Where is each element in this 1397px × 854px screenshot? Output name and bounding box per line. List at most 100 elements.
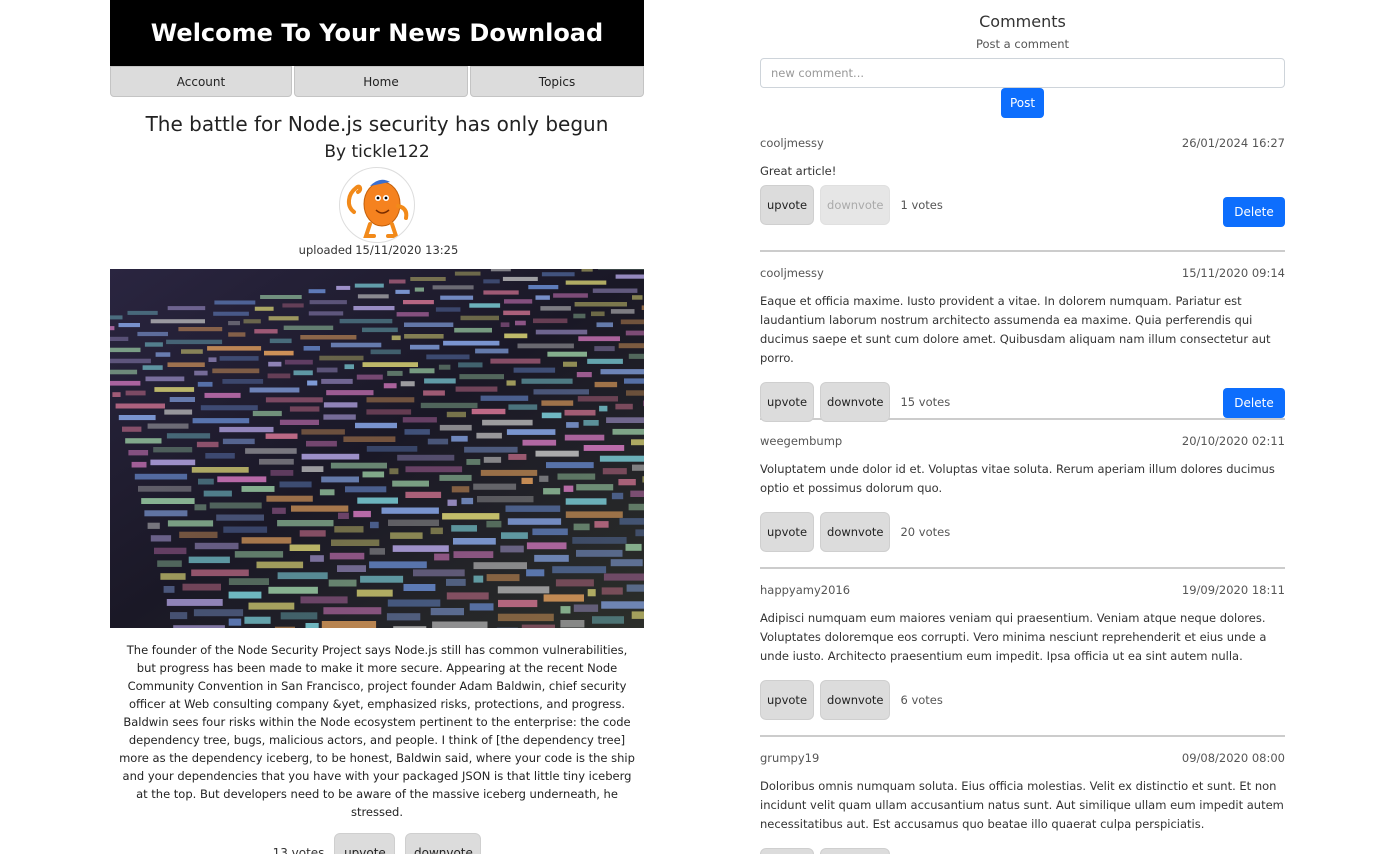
comment-date: 09/08/2020 08:00: [1181, 751, 1285, 765]
code-token: [228, 618, 242, 626]
code-token: [475, 348, 509, 354]
code-token: [632, 295, 643, 300]
code-token: [303, 346, 320, 351]
comment-upvote-button[interactable]: upvote: [760, 680, 815, 720]
comment-upvote-button[interactable]: upvote: [760, 512, 815, 552]
code-token: [486, 574, 520, 582]
code-token: [631, 439, 644, 446]
code-token: [632, 464, 644, 471]
code-token: [471, 408, 506, 415]
code-token: [498, 599, 538, 608]
code-token: [430, 608, 464, 616]
code-token: [392, 545, 449, 552]
code-token: [245, 448, 297, 454]
code-token: [461, 497, 474, 505]
comment-upvote-button[interactable]: upvote: [760, 185, 815, 225]
code-token: [563, 361, 577, 367]
code-token: [319, 355, 364, 361]
code-token: [490, 358, 541, 364]
code-token: [110, 347, 141, 353]
code-token: [223, 526, 268, 533]
code-token: [620, 319, 644, 325]
comment-delete-button[interactable]: Delete: [1223, 197, 1285, 227]
code-token: [630, 490, 644, 497]
code-token: [414, 287, 424, 292]
code-token: [395, 289, 410, 294]
code-token: [331, 539, 380, 546]
code-token: [160, 573, 186, 580]
code-token: [141, 498, 195, 504]
comment-item: cooljmessy 15/11/2020 09:14 Eaque et offi…: [760, 266, 1285, 422]
comment-downvote-button[interactable]: downvote: [820, 848, 891, 854]
code-token: [207, 346, 262, 351]
code-token: [497, 586, 550, 594]
code-token: [300, 596, 348, 604]
code-token: [451, 486, 470, 493]
site-banner: Welcome To Your News Download: [110, 0, 644, 66]
code-token: [323, 402, 358, 408]
post-comment-button[interactable]: Post: [1001, 88, 1044, 118]
nav-topics-button[interactable]: Topics: [470, 66, 644, 97]
code-token: [137, 331, 168, 337]
code-token: [410, 344, 440, 350]
code-token: [405, 491, 442, 498]
code-token: [196, 441, 219, 448]
nav-home-button[interactable]: Home: [294, 66, 468, 97]
code-token: [573, 604, 599, 612]
code-token: [279, 481, 312, 488]
code-token: [334, 526, 364, 533]
code-token: [535, 450, 579, 457]
code-token: [264, 350, 294, 356]
article-downvote-button[interactable]: downvote: [405, 833, 482, 854]
code-token: [391, 335, 401, 341]
comment-upvote-button[interactable]: upvote: [760, 382, 815, 422]
comment-vote-count: 20 votes: [900, 525, 951, 539]
code-token: [179, 531, 218, 538]
code-token: [321, 476, 359, 483]
code-token: [167, 362, 205, 367]
code-token: [507, 518, 562, 525]
code-token: [583, 420, 599, 426]
code-token: [145, 376, 185, 382]
code-token: [522, 439, 557, 446]
code-token: [387, 599, 441, 607]
code-token: [503, 310, 531, 316]
comment-date: 15/11/2020 09:14: [1181, 266, 1285, 280]
code-token: [601, 587, 623, 595]
article-upvote-button[interactable]: upvote: [334, 833, 396, 854]
code-token: [521, 624, 555, 628]
code-token: [389, 468, 399, 475]
code-token: [618, 479, 636, 486]
article-image: [110, 269, 644, 628]
code-token: [625, 543, 642, 551]
code-token: [150, 459, 196, 466]
code-token: [212, 368, 260, 374]
code-token: [403, 300, 434, 305]
code-token: [170, 612, 188, 620]
code-token: [228, 321, 240, 326]
code-token: [528, 285, 559, 290]
code-token: [188, 556, 230, 564]
comment-upvote-button[interactable]: upvote: [760, 848, 815, 854]
comment-downvote-button[interactable]: downvote: [820, 680, 891, 720]
code-token: [476, 432, 502, 439]
new-comment-input[interactable]: [760, 58, 1285, 88]
code-token: [565, 280, 607, 285]
code-token: [592, 616, 624, 624]
code-token: [628, 353, 644, 359]
comment-vote-count: 1 votes: [900, 198, 943, 212]
code-token: [534, 554, 569, 562]
code-token: [601, 601, 644, 609]
comment-downvote-button[interactable]: downvote: [820, 382, 891, 422]
nav-account-button[interactable]: Account: [110, 66, 292, 97]
code-token: [110, 315, 123, 320]
comment-delete-button[interactable]: Delete: [1223, 388, 1285, 418]
comment-downvote-button[interactable]: downvote: [820, 512, 891, 552]
uploaded-date: 15/11/2020 13:25: [355, 243, 459, 257]
code-token: [560, 620, 585, 628]
code-token: [611, 492, 624, 500]
code-token: [402, 417, 437, 423]
code-token: [336, 285, 351, 290]
code-token: [612, 428, 644, 435]
code-token: [442, 513, 500, 520]
